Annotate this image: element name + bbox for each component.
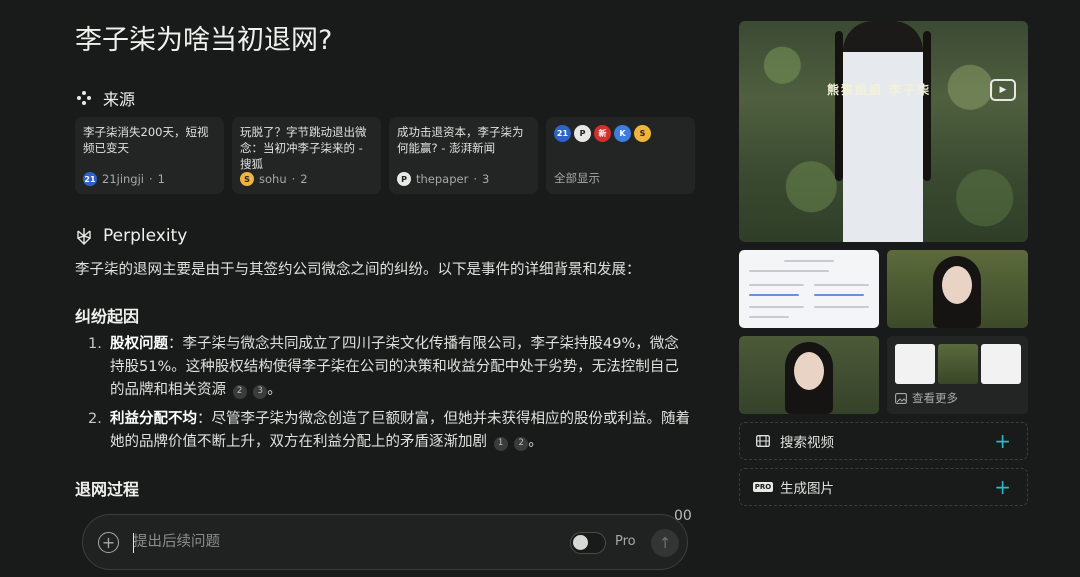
source-card-title: 李子柒消失200天，短视频已变天 (83, 125, 209, 155)
source-card-meta: 21 21jingji · 1 (83, 172, 165, 186)
citation-badge[interactable]: 3 (253, 384, 268, 399)
sources-icon (75, 89, 93, 107)
followup-bar: + Pro ↑ (82, 514, 688, 570)
toggle-knob (573, 535, 588, 550)
sources-heading: 来源 (75, 86, 135, 110)
followup-input[interactable] (133, 527, 553, 557)
person-figure (843, 21, 923, 242)
show-all-sources-card[interactable]: 21 P 新 K S 全部显示 (546, 117, 695, 194)
view-more-images[interactable]: 查看更多 (887, 336, 1028, 414)
pro-toggle[interactable] (570, 532, 606, 554)
search-video-button[interactable]: 搜索视频 + (739, 422, 1028, 460)
hero-video-thumbnail[interactable]: 熊猫姐姐 李子柒 ▶ (739, 21, 1028, 242)
21jingji-favicon-icon: 21 (83, 172, 97, 186)
plus-icon: + (994, 475, 1011, 499)
list-item: 1. 股权问题：李子柒与微念共同成立了四川子柒文化传播有限公司，李子柒持股49%… (88, 336, 679, 399)
show-all-label: 全部显示 (554, 171, 600, 185)
thepaper-favicon-icon: P (574, 125, 591, 142)
news-favicon-icon: 新 (594, 125, 611, 142)
source-site: 21jingji (102, 172, 145, 186)
point-title: 股权问题 (110, 336, 168, 352)
generate-image-button[interactable]: PRO 生成图片 + (739, 468, 1028, 506)
point-title: 利益分配不均 (110, 411, 197, 427)
image-icon (895, 392, 907, 404)
attach-plus-icon[interactable]: + (98, 532, 119, 553)
youtube-play-icon: ▶ (990, 79, 1016, 101)
source-index: 2 (300, 172, 308, 186)
source-index: 3 (481, 172, 490, 186)
source-card-1[interactable]: 李子柒消失200天，短视频已变天 21 21jingji · 1 (75, 117, 224, 194)
page-title: 李子柒为啥当初退网? (75, 25, 333, 56)
source-card-meta: P thepaper · 3 (397, 172, 489, 186)
perplexity-logo-icon (75, 227, 93, 245)
answer-intro: 李子柒的退网主要是由于与其签约公司微念之间的纠纷。以下是事件的详细背景和发展： (75, 262, 641, 278)
sohu-favicon-icon: S (634, 125, 651, 142)
text-caret (133, 533, 134, 553)
pro-label: Pro (615, 534, 636, 549)
source-card-title: 玩脱了？字节跳动退出微念：当初冲李子柒来的 - 搜狐 (240, 125, 367, 171)
source-site: thepaper (416, 172, 469, 186)
source-cards: 李子柒消失200天，短视频已变天 21 21jingji · 1 玩脱了？字节跳动退… (75, 117, 695, 194)
citation-badge[interactable]: 1 (493, 436, 508, 451)
citation-badge[interactable]: 2 (514, 436, 529, 451)
send-arrow-icon[interactable]: ↑ (651, 529, 679, 557)
source-card-2[interactable]: 玩脱了？字节跳动退出微念：当初冲李子柒来的 - 搜狐 S sohu · 2 (232, 117, 381, 194)
pro-badge-icon: PRO (752, 482, 774, 492)
plus-icon: + (994, 429, 1011, 453)
citation-badge[interactable]: 2 (232, 384, 247, 399)
image-thumbnail-portrait[interactable] (887, 250, 1028, 328)
list-item: 2. 利益分配不均：尽管李子柒为微念创造了巨额财富，但她并未获得相应的股份或利益… (88, 411, 690, 451)
source-card-3[interactable]: 成功击退资本，李子柒为何能赢? - 澎湃新闻 P thepaper · 3 (389, 117, 538, 194)
more-favicons: 21 P 新 K S (554, 125, 651, 142)
answer-points: 1. 股权问题：李子柒与微念共同成立了四川子柒文化传播有限公司，李子柒持股49%… (75, 333, 690, 460)
video-caption: 熊猫姐姐 李子柒 (827, 83, 932, 97)
21jingji-favicon-icon: 21 (554, 125, 571, 142)
source-card-title: 成功击退资本，李子柒为何能赢? - 澎湃新闻 (397, 125, 524, 155)
sohu-favicon-icon: S (240, 172, 254, 186)
film-icon (756, 434, 770, 448)
source-card-meta: S sohu · 2 (240, 172, 308, 186)
thepaper-favicon-icon: P (397, 172, 411, 186)
answer-brand: Perplexity (103, 226, 188, 246)
source-index: 1 (157, 172, 165, 186)
section-heading-cause: 纠纷起因 (75, 307, 140, 326)
section-heading-process: 退网过程 (75, 480, 140, 499)
answer-heading: Perplexity (75, 226, 187, 246)
source-site: sohu (259, 172, 287, 186)
image-thumbnail-document[interactable] (739, 250, 879, 328)
image-thumbnail-portrait[interactable] (739, 336, 879, 414)
view-more-label: 查看更多 (895, 390, 958, 406)
sources-heading-label: 来源 (103, 90, 136, 109)
k-favicon-icon: K (614, 125, 631, 142)
